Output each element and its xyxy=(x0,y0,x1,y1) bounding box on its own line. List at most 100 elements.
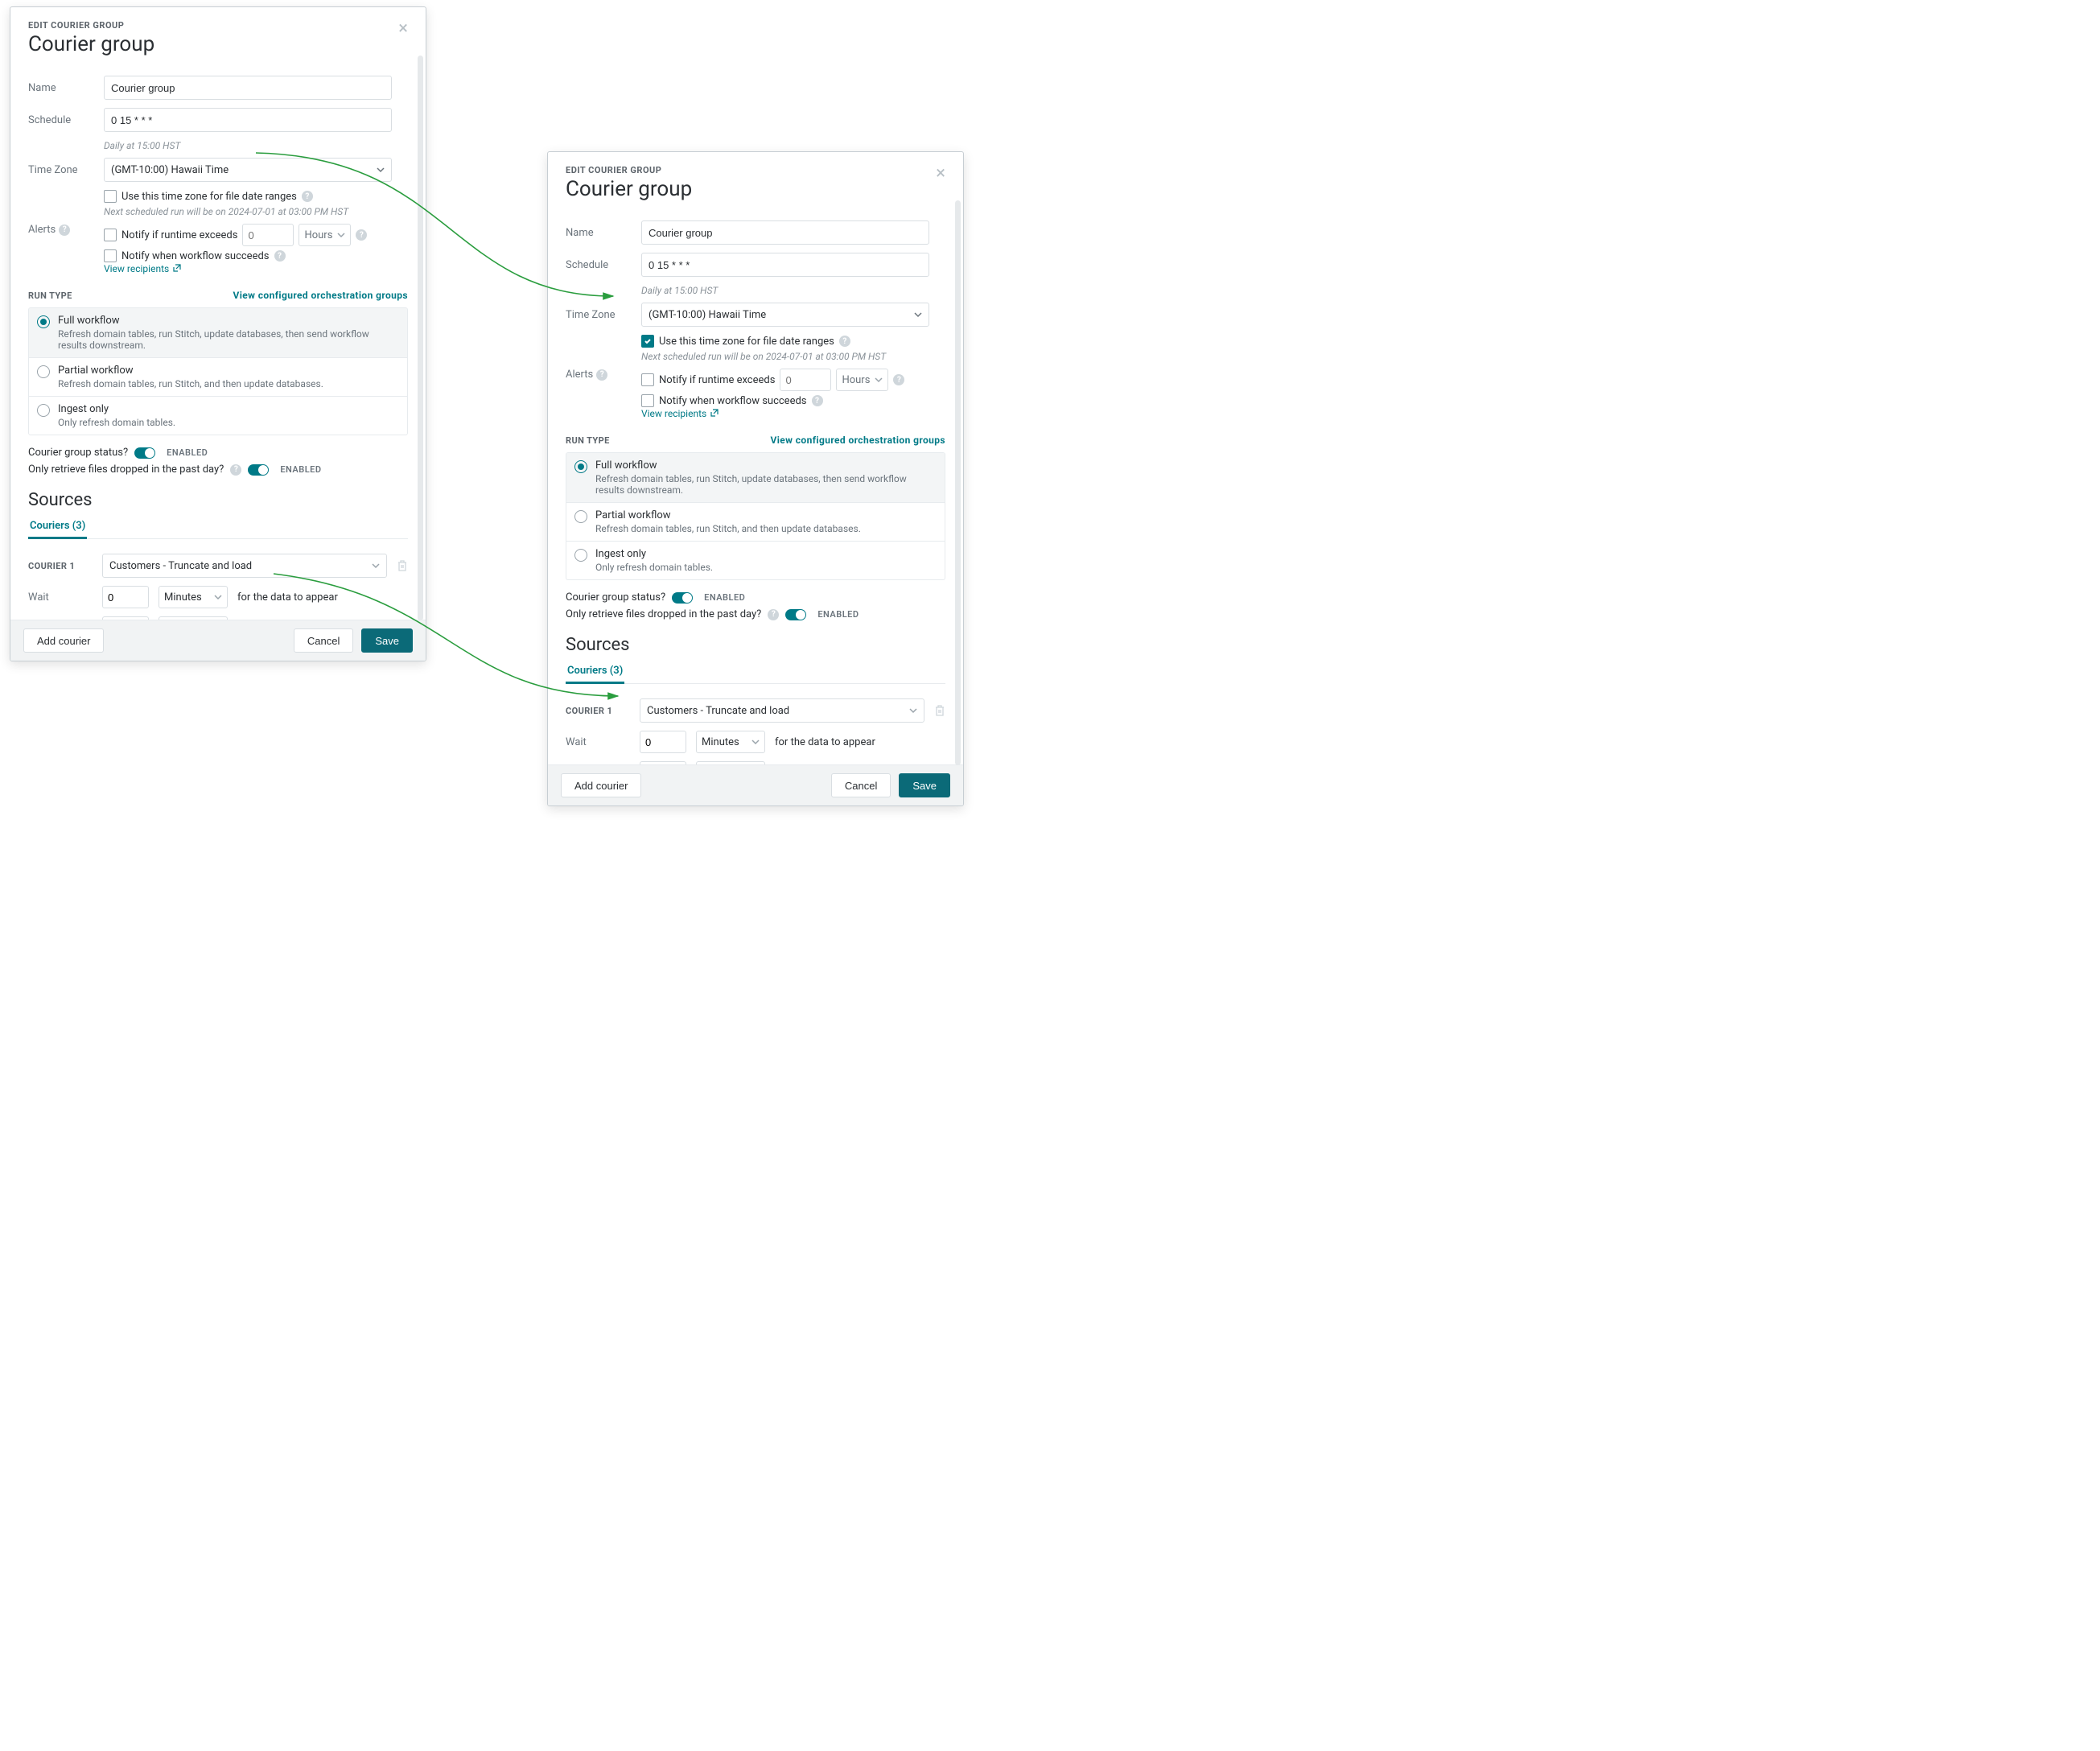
sources-heading: Sources xyxy=(28,490,408,510)
name-label: Name xyxy=(566,227,630,239)
chevron-down-icon xyxy=(372,562,380,570)
close-icon[interactable]: × xyxy=(398,20,408,38)
retrieve-past-day-label: Only retrieve files dropped in the past … xyxy=(28,464,224,476)
chevron-down-icon xyxy=(214,593,222,601)
edit-courier-group-modal-left: EDIT COURIER GROUP Courier group × Name … xyxy=(10,6,426,661)
cancel-button[interactable]: Cancel xyxy=(831,773,891,797)
view-recipients-link[interactable]: View recipients xyxy=(104,263,181,274)
retrieve-past-day-label: Only retrieve files dropped in the past … xyxy=(566,608,761,620)
enabled-label: ENABLED xyxy=(280,464,321,475)
modal-title: Courier group xyxy=(28,32,154,56)
runtime-unit-select[interactable]: Hours xyxy=(299,224,351,246)
wait-label: Wait xyxy=(28,591,93,604)
runtype-full-workflow[interactable]: Full workflow Refresh domain tables, run… xyxy=(29,308,407,358)
runtype-full-workflow[interactable]: Full workflow Refresh domain tables, run… xyxy=(566,453,945,503)
sources-heading: Sources xyxy=(566,635,945,655)
schedule-helper: Daily at 15:00 HST xyxy=(104,140,408,151)
orchestration-link[interactable]: View configured orchestration groups xyxy=(770,435,945,446)
courier-1-label: COURIER 1 xyxy=(28,561,93,571)
add-courier-button[interactable]: Add courier xyxy=(23,628,104,653)
help-icon[interactable]: ? xyxy=(302,191,313,202)
modal-kicker: EDIT COURIER GROUP xyxy=(28,20,154,31)
wait-value-input[interactable] xyxy=(102,586,149,608)
edit-courier-group-modal-right: EDIT COURIER GROUP Courier group × Name … xyxy=(547,151,964,806)
enabled-label: ENABLED xyxy=(817,609,859,620)
view-recipients-link[interactable]: View recipients xyxy=(641,408,719,419)
radio-icon xyxy=(37,404,50,417)
modal-title: Courier group xyxy=(566,177,692,201)
next-run-helper: Next scheduled run will be on 2024-07-01… xyxy=(104,206,408,217)
notify-succeeds-checkbox[interactable] xyxy=(641,394,654,407)
notify-runtime-label: Notify if runtime exceeds xyxy=(659,374,775,386)
scrollbar[interactable] xyxy=(418,56,423,620)
orchestration-link[interactable]: View configured orchestration groups xyxy=(233,290,408,301)
timezone-select[interactable]: (GMT-10:00) Hawaii Time xyxy=(641,303,929,327)
help-icon[interactable]: ? xyxy=(812,395,823,406)
schedule-label: Schedule xyxy=(28,114,93,126)
save-button[interactable]: Save xyxy=(899,773,950,797)
schedule-label: Schedule xyxy=(566,259,630,271)
name-input[interactable] xyxy=(104,76,392,100)
close-icon[interactable]: × xyxy=(936,165,945,183)
courier-1-select[interactable]: Customers - Truncate and load xyxy=(102,554,387,578)
schedule-input[interactable] xyxy=(641,253,929,277)
tz-file-range-checkbox[interactable] xyxy=(104,190,117,203)
courier-1-select[interactable]: Customers - Truncate and load xyxy=(640,698,924,723)
external-link-icon xyxy=(173,264,181,272)
trash-icon[interactable] xyxy=(397,559,408,572)
wait-unit-select[interactable]: Minutes xyxy=(696,731,765,753)
schedule-input[interactable] xyxy=(104,108,392,132)
chevron-down-icon xyxy=(914,311,922,319)
runtype-options: Full workflow Refresh domain tables, run… xyxy=(28,307,408,435)
runtype-ingest-only[interactable]: Ingest only Only refresh domain tables. xyxy=(566,542,945,579)
runtype-section-label: RUN TYPE xyxy=(28,290,72,301)
runtype-partial-workflow[interactable]: Partial workflow Refresh domain tables, … xyxy=(566,503,945,542)
chevron-down-icon xyxy=(377,166,385,174)
help-icon[interactable]: ? xyxy=(230,464,241,476)
alerts-label: Alerts xyxy=(566,369,593,381)
courier-status-toggle[interactable] xyxy=(672,592,693,604)
wait-unit-select[interactable]: Minutes xyxy=(159,586,228,608)
timezone-value: (GMT-10:00) Hawaii Time xyxy=(649,309,766,321)
radio-icon xyxy=(574,549,587,562)
notify-succeeds-label: Notify when workflow succeeds xyxy=(121,250,270,262)
notify-runtime-checkbox[interactable] xyxy=(641,373,654,386)
runtime-unit-select[interactable]: Hours xyxy=(836,369,888,391)
scrollbar[interactable] xyxy=(955,200,961,765)
couriers-tab[interactable]: Couriers (3) xyxy=(28,515,87,539)
save-button[interactable]: Save xyxy=(361,628,413,653)
retrieve-past-day-toggle[interactable] xyxy=(785,609,806,620)
runtype-ingest-only[interactable]: Ingest only Only refresh domain tables. xyxy=(29,397,407,435)
notify-succeeds-checkbox[interactable] xyxy=(104,249,117,262)
modal-kicker: EDIT COURIER GROUP xyxy=(566,165,692,175)
timezone-label: Time Zone xyxy=(566,309,630,321)
trash-icon[interactable] xyxy=(934,704,945,717)
help-icon[interactable]: ? xyxy=(839,336,850,347)
help-icon[interactable]: ? xyxy=(596,369,607,381)
chevron-down-icon xyxy=(751,738,760,746)
notify-runtime-checkbox[interactable] xyxy=(104,229,117,241)
add-courier-button[interactable]: Add courier xyxy=(561,773,641,797)
next-run-helper: Next scheduled run will be on 2024-07-01… xyxy=(641,351,945,362)
runtime-value-input[interactable] xyxy=(780,369,831,391)
help-icon[interactable]: ? xyxy=(768,609,779,620)
runtime-value-input[interactable] xyxy=(242,224,294,246)
runtype-partial-workflow[interactable]: Partial workflow Refresh domain tables, … xyxy=(29,358,407,397)
courier-status-toggle[interactable] xyxy=(134,447,155,459)
enabled-label: ENABLED xyxy=(704,592,745,603)
courier-status-label: Courier group status? xyxy=(566,591,665,604)
tz-file-range-checkbox[interactable] xyxy=(641,335,654,348)
couriers-tab[interactable]: Couriers (3) xyxy=(566,660,624,684)
timezone-select[interactable]: (GMT-10:00) Hawaii Time xyxy=(104,158,392,182)
external-link-icon xyxy=(710,409,719,417)
help-icon[interactable]: ? xyxy=(274,250,286,262)
alerts-label: Alerts xyxy=(28,224,56,236)
name-input[interactable] xyxy=(641,220,929,245)
help-icon[interactable]: ? xyxy=(59,225,70,236)
retrieve-past-day-toggle[interactable] xyxy=(248,464,269,476)
help-icon[interactable]: ? xyxy=(893,374,904,385)
help-icon[interactable]: ? xyxy=(356,229,367,241)
wait-value-input[interactable] xyxy=(640,731,686,753)
chevron-down-icon xyxy=(875,376,883,384)
cancel-button[interactable]: Cancel xyxy=(294,628,353,653)
